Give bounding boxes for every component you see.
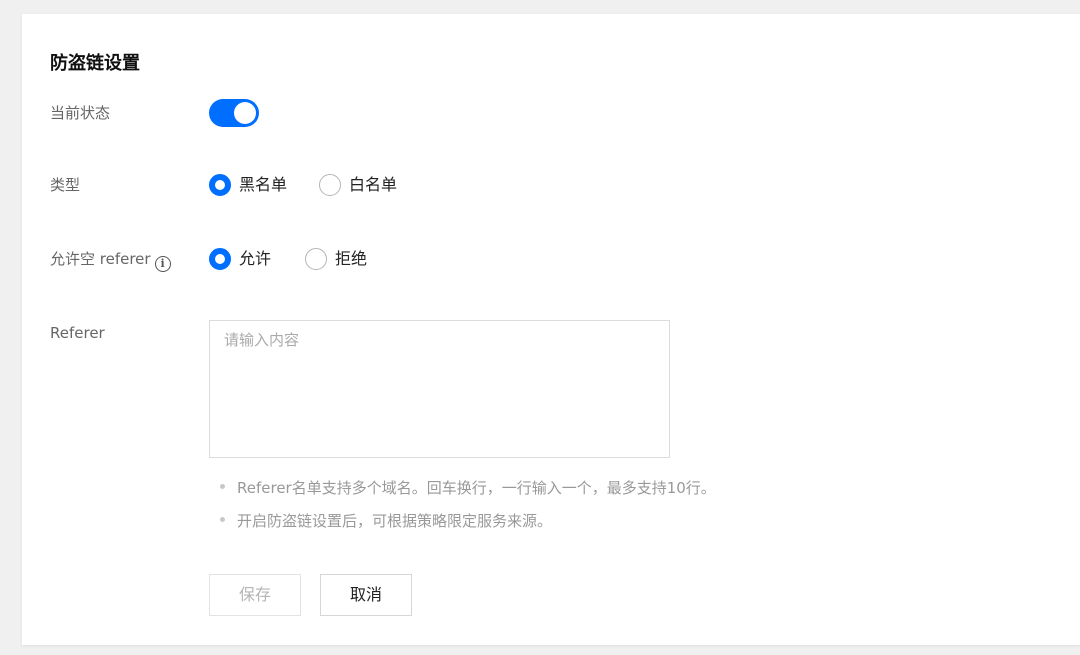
radio-label: 允许 [239, 249, 272, 268]
hint-line: Referer名单支持多个域名。回车换行，一行输入一个，最多支持10行。 [220, 478, 716, 498]
page-title: 防盗链设置 [50, 53, 140, 74]
hint-text: 开启防盗链设置后，可根据策略限定服务来源。 [237, 512, 553, 530]
referer-textarea[interactable] [209, 320, 670, 458]
status-toggle[interactable] [209, 99, 259, 127]
radio-circle [319, 174, 342, 196]
radio-allow[interactable]: 允许 [209, 248, 271, 270]
radio-blacklist[interactable]: 黑名单 [209, 174, 287, 196]
radio-circle-checked [209, 248, 231, 270]
anti-leech-settings-panel: 防盗链设置 当前状态 类型 黑名单 白名单 允许空 referer i 允许 拒绝… [22, 14, 1080, 645]
empty-referer-label: 允许空 referer i [50, 248, 171, 272]
toggle-knob [234, 102, 256, 124]
radio-deny[interactable]: 拒绝 [305, 248, 367, 270]
bullet-dot-icon [220, 517, 225, 522]
empty-referer-label-text: 允许空 referer [50, 250, 151, 268]
type-label: 类型 [50, 176, 81, 194]
radio-whitelist[interactable]: 白名单 [319, 174, 397, 196]
radio-circle [305, 248, 328, 270]
type-radio-group: 黑名单 白名单 [209, 174, 429, 196]
cancel-button[interactable]: 取消 [320, 574, 412, 616]
hint-line: 开启防盗链设置后，可根据策略限定服务来源。 [220, 511, 552, 531]
save-button[interactable]: 保存 [209, 574, 301, 616]
referer-label: Referer [50, 324, 105, 342]
status-label: 当前状态 [50, 104, 111, 122]
radio-circle-checked [209, 174, 231, 196]
info-icon[interactable]: i [154, 256, 171, 272]
hint-text: Referer名单支持多个域名。回车换行，一行输入一个，最多支持10行。 [237, 479, 716, 497]
radio-label: 白名单 [349, 175, 398, 194]
radio-label: 拒绝 [335, 249, 368, 268]
empty-referer-radio-group: 允许 拒绝 [209, 248, 399, 270]
radio-label: 黑名单 [239, 175, 288, 194]
bullet-dot-icon [220, 484, 225, 489]
